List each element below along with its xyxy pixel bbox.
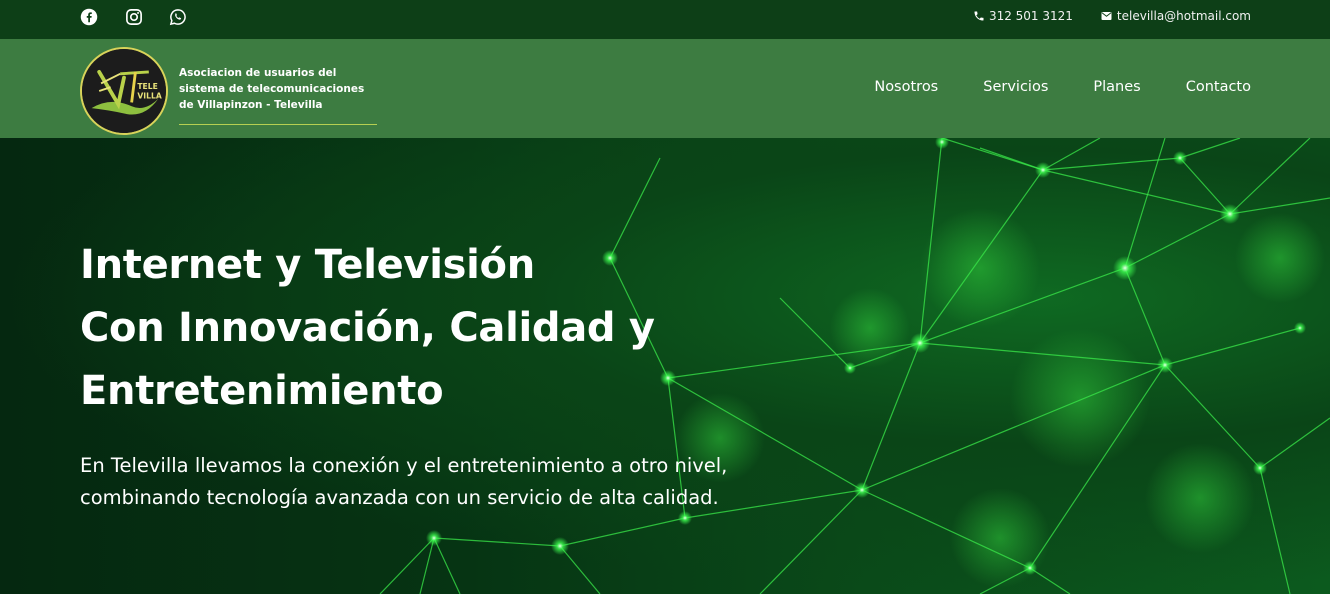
- instagram-icon[interactable]: [125, 8, 143, 26]
- nav-planes[interactable]: Planes: [1093, 79, 1140, 95]
- headline-line-1: Internet y Televisión: [80, 242, 535, 288]
- top-bar: 312 501 3121 televilla@hotmail.com: [0, 0, 1330, 39]
- email-address: televilla@hotmail.com: [1116, 9, 1251, 23]
- nav-contacto[interactable]: Contacto: [1186, 79, 1251, 95]
- contact-info: 312 501 3121 televilla@hotmail.com: [973, 9, 1251, 23]
- headline-line-3: Entretenimiento: [80, 368, 444, 414]
- hero-description: En Televilla llevamos la conexión y el e…: [80, 454, 728, 509]
- nav-nosotros[interactable]: Nosotros: [874, 79, 938, 95]
- site-header: TELE VILLA Asociacion de usuarios del si…: [0, 39, 1330, 138]
- organization-underline: [179, 124, 377, 125]
- televilla-logo[interactable]: TELE VILLA: [80, 47, 168, 135]
- svg-text:TELE: TELE: [137, 82, 157, 91]
- phone-contact[interactable]: 312 501 3121: [973, 9, 1073, 23]
- svg-text:VILLA: VILLA: [137, 92, 161, 101]
- envelope-icon: [1101, 12, 1112, 20]
- phone-number: 312 501 3121: [988, 9, 1073, 23]
- main-nav: Nosotros Servicios Planes Contacto: [874, 79, 1251, 95]
- headline-line-2: Con Innovación, Calidad y: [80, 305, 655, 351]
- hero-section: Internet y Televisión Con Innovación, Ca…: [0, 138, 1330, 594]
- email-contact[interactable]: televilla@hotmail.com: [1100, 9, 1251, 23]
- organization-name: Asociacion de usuarios del sistema de te…: [179, 67, 365, 111]
- logo-emblem: TELE VILLA: [82, 49, 166, 133]
- hero-headline: Internet y Televisión Con Innovación, Ca…: [80, 234, 655, 423]
- phone-icon: [974, 11, 984, 21]
- nav-servicios[interactable]: Servicios: [983, 79, 1048, 95]
- facebook-icon[interactable]: [80, 8, 98, 26]
- whatsapp-icon[interactable]: [169, 8, 187, 26]
